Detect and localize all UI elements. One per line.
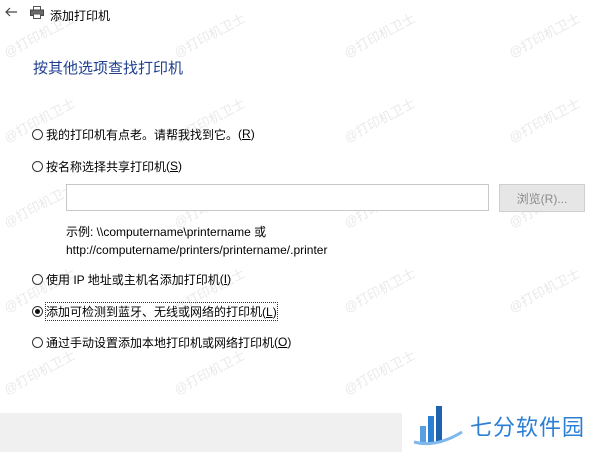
option-label: 使用 IP 地址或主机名添加打印机 xyxy=(46,272,220,287)
example-line-2: http://computername/printers/printername… xyxy=(66,243,328,257)
window-title: 添加打印机 xyxy=(50,9,111,23)
radio-button[interactable] xyxy=(32,160,43,172)
shared-printer-name-input[interactable] xyxy=(66,184,489,211)
radio-button[interactable] xyxy=(32,128,43,140)
watermark: @打印机卫士 xyxy=(341,265,418,316)
radio-button[interactable] xyxy=(32,273,43,285)
browse-button[interactable]: 浏览(R)... xyxy=(499,184,585,212)
option-ip-address[interactable]: 使用 IP 地址或主机名添加打印机 (I) xyxy=(32,270,231,288)
option-label: 添加可检测到蓝牙、无线或网络的打印机 xyxy=(46,304,263,319)
qifen-logo-icon xyxy=(412,402,464,446)
option-key: (R) xyxy=(238,127,255,141)
option-key: (S) xyxy=(166,159,183,173)
page-heading: 按其他选项查找打印机 xyxy=(33,60,184,77)
watermark: @打印机卫士 xyxy=(1,347,78,398)
option-label: 按名称选择共享打印机 xyxy=(46,159,167,174)
watermark: @打印机卫士 xyxy=(341,347,418,398)
option-old-printer[interactable]: 我的打印机有点老。请帮我找到它。 (R) xyxy=(32,125,255,143)
back-arrow-icon[interactable] xyxy=(4,5,18,19)
option-key: (I) xyxy=(219,272,232,286)
radio-button-selected[interactable] xyxy=(32,305,43,317)
option-bluetooth-wireless[interactable]: 添加可检测到蓝牙、无线或网络的打印机(L) xyxy=(32,301,278,321)
option-key: (L) xyxy=(262,304,277,319)
example-line-1: 示例: \\computername\printername 或 xyxy=(66,225,267,239)
option-label: 我的打印机有点老。请帮我找到它。 xyxy=(46,127,239,142)
radio-button[interactable] xyxy=(32,336,43,348)
option-manual-setup[interactable]: 通过手动设置添加本地打印机或网络打印机 (O) xyxy=(32,333,291,351)
example-text: 示例: \\computername\printername 或 http://… xyxy=(66,223,327,259)
title-bar: 添加打印机 xyxy=(0,0,600,30)
watermark: @打印机卫士 xyxy=(341,95,418,146)
watermark: @打印机卫士 xyxy=(171,347,248,398)
option-focus: 添加可检测到蓝牙、无线或网络的打印机(L) xyxy=(45,301,278,321)
branding-text: 七分软件园 xyxy=(470,415,586,440)
watermark: @打印机卫士 xyxy=(506,95,583,146)
option-shared-printer[interactable]: 按名称选择共享打印机 (S) xyxy=(32,157,182,175)
printer-icon xyxy=(30,6,44,19)
option-key: (O) xyxy=(274,335,292,349)
option-label: 通过手动设置添加本地打印机或网络打印机 xyxy=(46,335,275,350)
watermark: @打印机卫士 xyxy=(506,265,583,316)
